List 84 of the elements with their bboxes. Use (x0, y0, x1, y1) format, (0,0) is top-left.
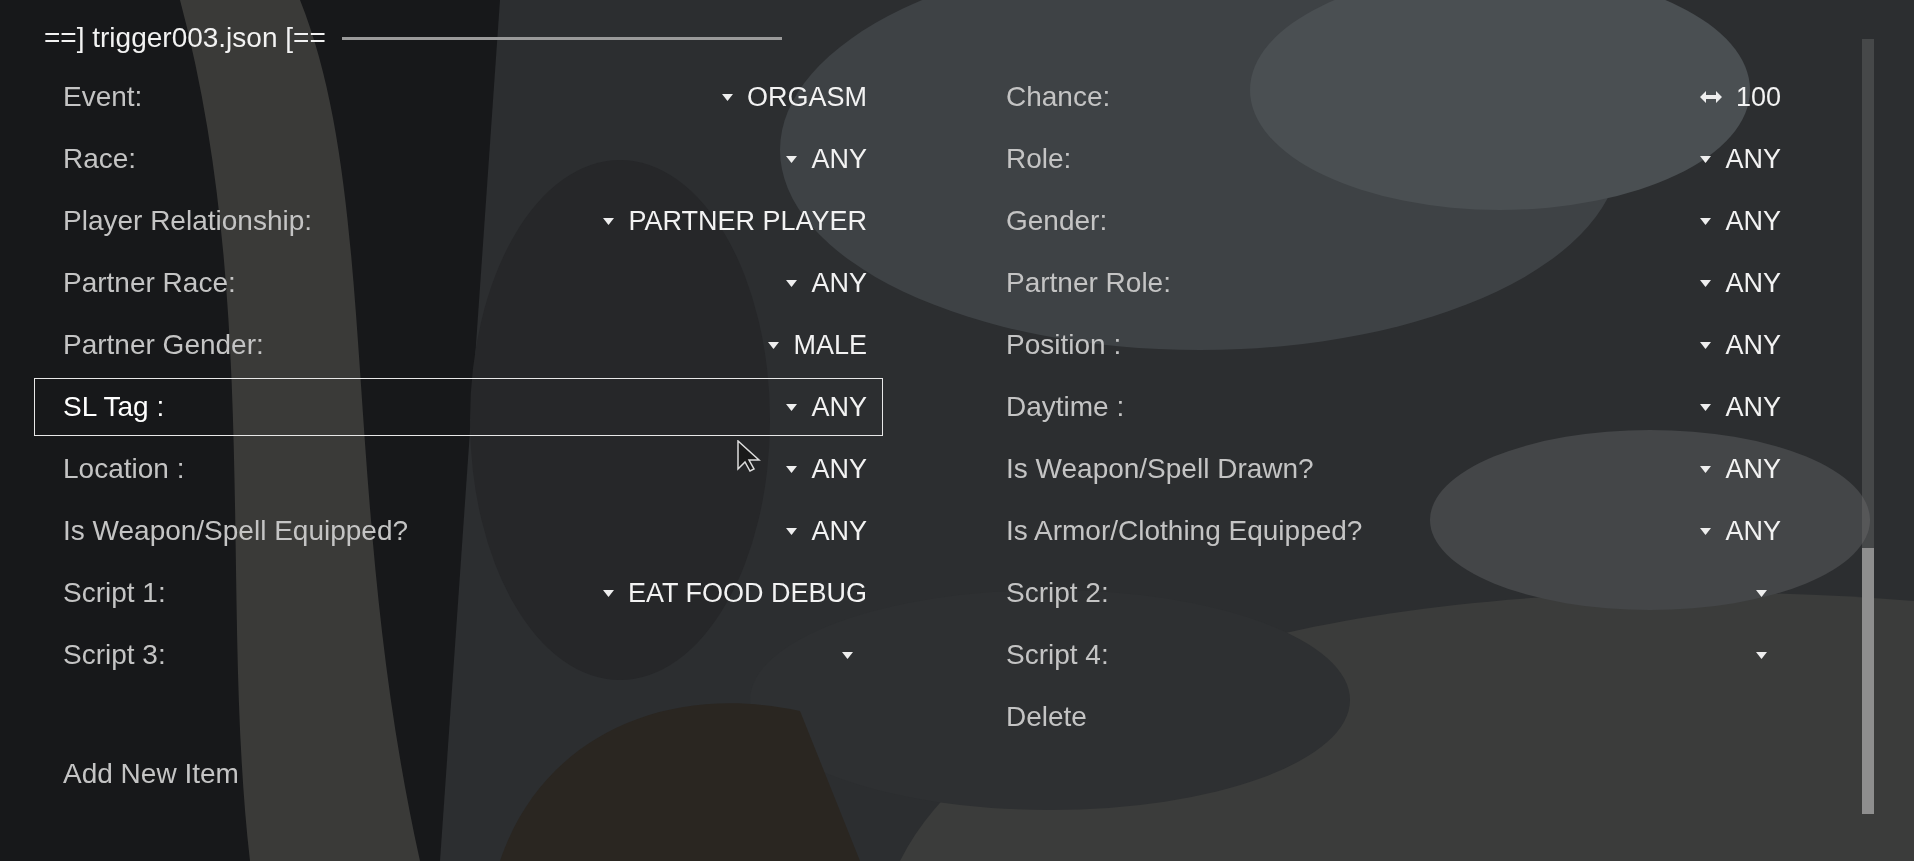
dropdown-arrow-icon (1700, 279, 1712, 287)
option-label: Race: (63, 143, 137, 175)
dropdown-arrow-icon (722, 93, 733, 101)
option-value: ANY (811, 143, 867, 175)
option-row[interactable]: Partner Race: ANY (34, 254, 883, 312)
scroll-thumb[interactable] (1862, 548, 1874, 814)
dropdown-arrow-icon (786, 527, 798, 535)
dropdown-arrow-icon (786, 279, 798, 287)
option-value: EAT FOOD DEBUG (627, 577, 867, 609)
option-label: Partner Role: (1006, 267, 1171, 299)
option-value: ANY (1725, 391, 1781, 423)
option-row[interactable]: Race: ANY (34, 130, 883, 188)
option-row[interactable]: Chance: 100 (977, 68, 1797, 126)
option-value: ANY (1725, 453, 1781, 485)
option-row[interactable]: Location : ANY (34, 440, 883, 498)
option-label: Is Weapon/Spell Drawn? (1006, 453, 1314, 485)
option-value: ANY (811, 515, 867, 547)
mouse-cursor-icon (737, 440, 763, 472)
dropdown-arrow-icon (1700, 217, 1712, 225)
option-row[interactable]: Role: ANY (977, 130, 1797, 188)
option-label: Script 1: (63, 577, 166, 609)
dropdown-arrow-icon (1700, 155, 1712, 163)
dropdown-arrow-icon (842, 651, 853, 659)
option-label: SL Tag : (63, 391, 165, 423)
dropdown-arrow-icon (786, 155, 798, 163)
option-label: Player Relationship: (63, 205, 313, 237)
dropdown-arrow-icon (1700, 403, 1712, 411)
option-label: Role: (1006, 143, 1072, 175)
dropdown-arrow-icon (603, 217, 615, 225)
option-label: Location : (63, 453, 185, 485)
option-label: Position : (1006, 329, 1122, 361)
option-row[interactable]: Player Relationship: PARTNER PLAYER (34, 192, 883, 250)
option-value: 100 (1735, 81, 1781, 113)
option-value: PARTNER PLAYER (628, 205, 867, 237)
scrollbar[interactable] (1862, 39, 1874, 814)
option-value: ANY (811, 453, 867, 485)
option-row[interactable]: Script 3: (34, 626, 883, 684)
option-row[interactable]: Gender: ANY (977, 192, 1797, 250)
option-label: Script 2: (1006, 577, 1109, 609)
dropdown-arrow-icon (786, 465, 798, 473)
option-label: Script 3: (63, 639, 166, 671)
option-label: Event: (63, 81, 143, 113)
option-row[interactable]: Position : ANY (977, 316, 1797, 374)
option-row[interactable]: Event: ORGASM (34, 68, 883, 126)
option-label: Partner Gender: (63, 329, 264, 361)
menu-title: ==] trigger003.json [== (44, 22, 326, 54)
option-label: Script 4: (1006, 639, 1109, 671)
option-row[interactable]: Is Armor/Clothing Equipped? ANY (977, 502, 1797, 560)
dropdown-arrow-icon (602, 589, 614, 597)
option-label: Partner Race: (63, 267, 236, 299)
option-row[interactable]: Partner Role: ANY (977, 254, 1797, 312)
option-value: ANY (811, 391, 867, 423)
option-row[interactable]: Script 1: EAT FOOD DEBUG (34, 564, 883, 622)
option-value: ANY (1725, 205, 1781, 237)
dropdown-arrow-icon (768, 341, 780, 349)
option-value: ANY (1725, 329, 1781, 361)
option-value: ANY (1725, 143, 1781, 175)
option-row[interactable]: Is Weapon/Spell Drawn? ANY (977, 440, 1797, 498)
dropdown-arrow-icon (786, 403, 798, 411)
option-label: Chance: (1006, 81, 1111, 113)
option-value: ORGASM (747, 81, 867, 113)
dropdown-arrow-icon (1700, 341, 1712, 349)
option-label: Is Armor/Clothing Equipped? (1006, 515, 1363, 547)
option-row[interactable]: SL Tag : ANY (34, 378, 883, 436)
option-label: Delete (1006, 701, 1087, 733)
option-value: ANY (1725, 267, 1781, 299)
dropdown-arrow-icon (1700, 465, 1712, 473)
option-row[interactable]: Script 4: (977, 626, 1797, 684)
option-row[interactable]: Is Weapon/Spell Equipped? ANY (34, 502, 883, 560)
option-value: ANY (811, 267, 867, 299)
dropdown-arrow-icon (1756, 651, 1767, 659)
option-label: Daytime : (1006, 391, 1125, 423)
option-row[interactable]: Daytime : ANY (977, 378, 1797, 436)
option-label: Is Weapon/Spell Equipped? (63, 515, 409, 547)
option-value: ANY (1725, 515, 1781, 547)
dropdown-arrow-icon (1756, 589, 1767, 597)
menu-option[interactable]: Delete (977, 688, 1797, 746)
option-row[interactable]: Script 2: (977, 564, 1797, 622)
option-value: MALE (793, 329, 867, 361)
slider-arrows-icon (1699, 91, 1722, 103)
add-item-option[interactable]: Add New Item (63, 758, 239, 790)
option-row[interactable]: Partner Gender: MALE (34, 316, 883, 374)
dropdown-arrow-icon (1700, 527, 1712, 535)
option-label: Gender: (1006, 205, 1108, 237)
